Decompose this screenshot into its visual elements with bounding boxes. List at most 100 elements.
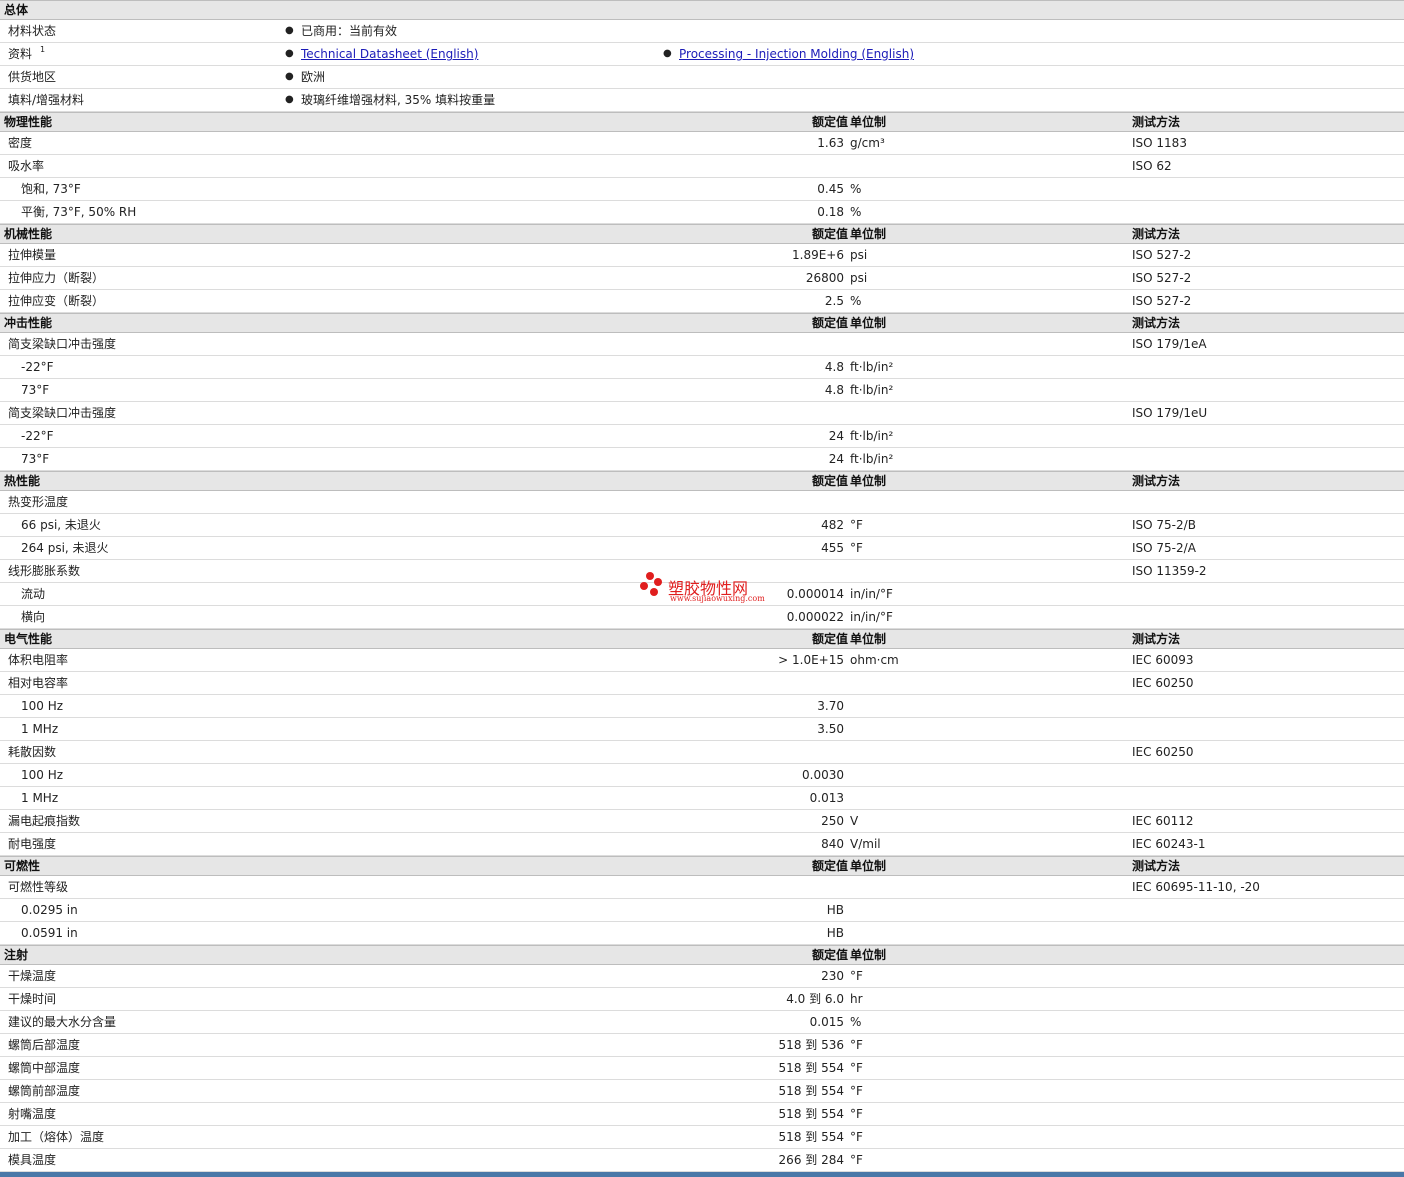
table-row: 饱和, 73°F 0.45% — [0, 178, 1404, 201]
table-row: 可燃性等级 IEC 60695-11-10, -20 — [0, 876, 1404, 899]
nominal-value: HB — [826, 903, 844, 917]
property-name: 拉伸应力（断裂） — [8, 271, 105, 285]
table-row: 简支梁缺口冲击强度 ISO 179/1eA — [0, 333, 1404, 356]
column-header-method: 测试方法 — [1132, 316, 1181, 330]
nominal-value: 518 到 554 — [778, 1107, 844, 1121]
bottom-bar — [0, 1172, 1404, 1177]
column-header-unit: 单位制 — [850, 948, 887, 962]
test-method: ISO 527-2 — [1132, 271, 1192, 285]
nominal-value: 24 — [828, 429, 844, 443]
section-header: 冲击性能 额定值 单位制 测试方法 — [0, 313, 1404, 333]
unit-value: ohm·cm — [850, 653, 899, 667]
property-name: 射嘴温度 — [8, 1107, 57, 1121]
property-name: 漏电起痕指数 — [8, 814, 81, 828]
table-row: 拉伸应变（断裂） 2.5% ISO 527-2 — [0, 290, 1404, 313]
column-header-unit: 单位制 — [850, 227, 887, 241]
property-name: 体积电阻率 — [8, 653, 69, 667]
test-method: IEC 60250 — [1132, 745, 1194, 759]
unit-value: ft·lb/in² — [850, 360, 894, 374]
table-row: -22°F 4.8 ft·lb/in² — [0, 356, 1404, 379]
test-method: IEC 60695-11-10, -20 — [1132, 880, 1260, 894]
unit-value: in/in/°F — [850, 587, 893, 601]
nominal-value: 518 到 536 — [778, 1038, 844, 1052]
datasheet-link[interactable]: Technical Datasheet (English) — [301, 47, 478, 61]
property-name: 螺筒前部温度 — [8, 1084, 81, 1098]
table-row: 拉伸应力（断裂） 26800 psi ISO 527-2 — [0, 267, 1404, 290]
nominal-value: 0.18 — [817, 205, 844, 219]
property-name: 1 MHz — [21, 791, 59, 805]
table-row: 相对电容率 IEC 60250 — [0, 672, 1404, 695]
table-row: 平衡, 73°F, 50% RH 0.18% — [0, 201, 1404, 224]
nominal-value: 250 — [821, 814, 844, 828]
property-name: 相对电容率 — [8, 676, 69, 690]
nominal-value: 0.45 — [817, 182, 844, 196]
unit-value: ft·lb/in² — [850, 383, 894, 397]
column-header-unit: 单位制 — [850, 115, 887, 129]
test-method: ISO 75-2/A — [1132, 541, 1196, 555]
nominal-value: 4.0 到 6.0 — [786, 992, 844, 1006]
table-row: 73°F 24 ft·lb/in² — [0, 448, 1404, 471]
property-name: 耗散因数 — [8, 745, 57, 759]
watermark-logo: 塑胶物性网 www.sujiaowuxing.com — [638, 572, 778, 608]
processing-link[interactable]: Processing - Injection Molding (English) — [679, 47, 914, 61]
column-header-method: 测试方法 — [1132, 115, 1181, 129]
section-title: 注射 — [4, 948, 29, 962]
table-row: 73°F 4.8 ft·lb/in² — [0, 379, 1404, 402]
unit-value: °F — [850, 969, 863, 983]
nominal-value: 266 到 284 — [778, 1153, 844, 1167]
table-row: 干燥温度 230 °F — [0, 965, 1404, 988]
unit-value: % — [850, 294, 862, 308]
section-header: 注射 额定值 单位制 — [0, 945, 1404, 965]
bullet-icon: ● — [285, 48, 294, 59]
unit-value: psi — [850, 271, 868, 285]
nominal-value: 3.50 — [817, 722, 844, 736]
property-name: 填料/增强材料 — [8, 93, 85, 107]
property-name: 供货地区 — [8, 70, 57, 84]
property-name: 耐电强度 — [8, 837, 57, 851]
unit-value: ft·lb/in² — [850, 429, 894, 443]
unit-value: °F — [850, 1153, 863, 1167]
test-method: ISO 179/1eU — [1132, 406, 1208, 420]
table-row: 射嘴温度 518 到 554 °F — [0, 1103, 1404, 1126]
property-name: 横向 — [21, 610, 46, 624]
nominal-value: 230 — [821, 969, 844, 983]
nominal-value: 0.000014 — [786, 587, 844, 601]
nominal-value: > 1.0E+15 — [778, 653, 844, 667]
property-name: 饱和, 73°F — [21, 182, 81, 196]
nominal-value: 840 — [821, 837, 844, 851]
table-row: 66 psi, 未退火 482 °F ISO 75-2/B — [0, 514, 1404, 537]
section-title: 物理性能 — [4, 115, 53, 129]
watermark-url: www.sujiaowuxing.com — [670, 594, 765, 603]
table-row: 模具温度 266 到 284 °F — [0, 1149, 1404, 1172]
table-row: 资料 1 ● Technical Datasheet (English) ● Proces… — [0, 43, 1404, 66]
unit-value: in/in/°F — [850, 610, 893, 624]
table-row: 1 MHz 3.50 — [0, 718, 1404, 741]
nominal-value: 482 — [821, 518, 844, 532]
table-row: 密度 1.63 g/cm³ ISO 1183 — [0, 132, 1404, 155]
nominal-value: 518 到 554 — [778, 1084, 844, 1098]
property-value: 欧洲 — [301, 70, 326, 84]
unit-value: °F — [850, 1038, 863, 1052]
nominal-value: 1.89E+6 — [792, 248, 844, 262]
property-name: 平衡, 73°F, 50% RH — [21, 205, 137, 219]
column-header-value: 额定值 — [811, 474, 848, 488]
section-header: 物理性能 额定值 单位制 测试方法 — [0, 112, 1404, 132]
nominal-value: 0.015 — [809, 1015, 844, 1029]
unit-value: °F — [850, 1107, 863, 1121]
column-header-method: 测试方法 — [1132, 859, 1181, 873]
column-header-value: 额定值 — [811, 632, 848, 646]
property-name: 材料状态 — [8, 24, 57, 38]
property-name: 73°F — [21, 383, 50, 397]
link-cell: Technical Datasheet (English) — [301, 43, 478, 65]
unit-value: °F — [850, 1061, 863, 1075]
section-title: 可燃性 — [4, 859, 41, 873]
column-header-value: 额定值 — [811, 859, 848, 873]
test-method: ISO 11359-2 — [1132, 564, 1207, 578]
column-header-method: 测试方法 — [1132, 474, 1181, 488]
property-name: 资料 — [8, 47, 33, 61]
section-header: 可燃性 额定值 单位制 测试方法 — [0, 856, 1404, 876]
test-method: ISO 527-2 — [1132, 248, 1192, 262]
unit-value: % — [850, 182, 862, 196]
nominal-value: 518 到 554 — [778, 1061, 844, 1075]
nominal-value: 0.0030 — [802, 768, 844, 782]
